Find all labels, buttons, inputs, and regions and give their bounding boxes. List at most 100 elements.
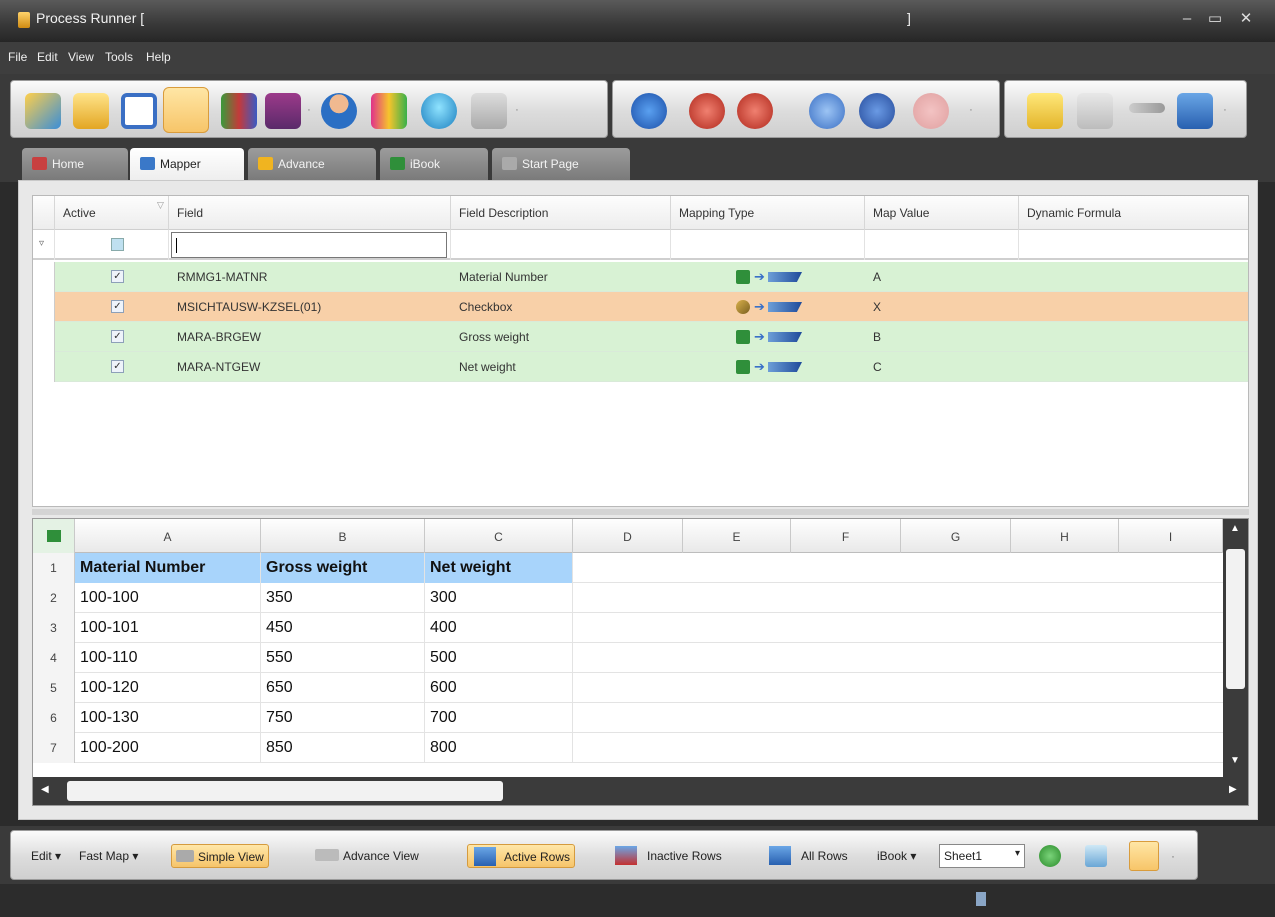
col-header-e[interactable]: E — [683, 519, 791, 553]
advance-view-button[interactable]: Advance View — [313, 844, 419, 868]
sheet-cell[interactable]: Gross weight — [261, 553, 425, 583]
debug-icon[interactable] — [809, 93, 845, 129]
book-icon[interactable] — [221, 93, 257, 129]
vertical-scrollbar[interactable]: ▲ ▼ — [1223, 519, 1248, 777]
row-number[interactable]: 1 — [33, 553, 75, 583]
filter-map-value[interactable] — [865, 230, 1019, 260]
sheet-cell[interactable]: 100-130 — [75, 703, 261, 733]
menu-help[interactable]: Help — [146, 50, 171, 64]
col-header-f[interactable]: F — [791, 519, 901, 553]
vertical-scroll-thumb[interactable] — [1226, 549, 1245, 689]
scroll-left-icon[interactable]: ◀ — [41, 784, 49, 795]
col-mapping-type[interactable]: Mapping Type — [671, 196, 865, 230]
description-cell[interactable]: Gross weight — [451, 322, 529, 352]
sheet-cell[interactable]: Net weight — [425, 553, 573, 583]
maximize-button[interactable]: ▭ — [1203, 8, 1227, 30]
col-header-a[interactable]: A — [75, 519, 261, 553]
filter-dynamic-formula[interactable] — [1019, 230, 1248, 260]
minimize-button[interactable]: – — [1175, 8, 1199, 30]
row-selector[interactable] — [33, 352, 55, 382]
field-cell[interactable]: MSICHTAUSW-KZSEL(01) — [169, 292, 321, 322]
tab-advance[interactable]: Advance — [248, 148, 376, 180]
save-icon[interactable] — [121, 93, 157, 129]
horizontal-scrollbar[interactable]: ◀ ▶ — [33, 777, 1248, 805]
field-cell[interactable]: MARA-BRGEW — [169, 322, 261, 352]
dropdown-arrow-icon[interactable]: · — [305, 95, 313, 125]
map-value-cell[interactable]: C — [865, 352, 882, 382]
scroll-up-icon[interactable]: ▲ — [1230, 523, 1240, 534]
dropdown-arrow-icon[interactable]: · — [513, 95, 521, 125]
row-number[interactable]: 3 — [33, 613, 75, 643]
refresh-sheet-icon[interactable] — [1039, 845, 1061, 867]
scroll-down-icon[interactable]: ▼ — [1230, 755, 1240, 766]
filter-active[interactable] — [55, 230, 169, 260]
filter-description[interactable] — [451, 230, 671, 260]
col-header-g[interactable]: G — [901, 519, 1011, 553]
scroll-right-icon[interactable]: ▶ — [1229, 784, 1237, 795]
new-icon[interactable] — [25, 93, 61, 129]
sheet-export-icon[interactable] — [1085, 845, 1107, 867]
user-icon[interactable] — [321, 93, 357, 129]
col-dynamic-formula[interactable]: Dynamic Formula — [1019, 196, 1248, 230]
description-cell[interactable]: Net weight — [451, 352, 516, 382]
sheet-cell[interactable]: 100-100 — [75, 583, 261, 613]
sheet-cell[interactable]: 100-110 — [75, 643, 261, 673]
run-check-icon[interactable] — [689, 93, 725, 129]
ibook-dropdown[interactable]: iBook ▾ — [877, 844, 916, 868]
map-value-cell[interactable]: X — [865, 292, 881, 322]
row-selector[interactable] — [33, 262, 55, 292]
bottom-dropdown-arrow-icon[interactable]: · — [1171, 844, 1175, 868]
edit-dropdown[interactable]: Edit ▾ — [31, 844, 61, 868]
close-button[interactable]: ✕ — [1234, 8, 1258, 30]
tab-home[interactable]: Home — [22, 148, 128, 180]
row-number[interactable]: 6 — [33, 703, 75, 733]
col-header-b[interactable]: B — [261, 519, 425, 553]
sheet-cell[interactable]: 550 — [261, 643, 425, 673]
jar-icon[interactable] — [1027, 93, 1063, 129]
sheet-select[interactable]: Sheet1 ▾ — [939, 844, 1025, 868]
filter-checkbox[interactable] — [111, 238, 124, 251]
mapper-toggle-icon[interactable] — [163, 87, 209, 133]
simple-view-button[interactable]: Simple View — [171, 844, 269, 868]
sheet-cell[interactable]: 800 — [425, 733, 573, 763]
table-row[interactable]: ✓ MARA-NTGEW Net weight ➔ C — [33, 352, 1248, 382]
dropdown-arrow-icon[interactable]: · — [1221, 95, 1229, 125]
description-cell[interactable]: Checkbox — [451, 292, 512, 322]
sheet-cell[interactable]: 600 — [425, 673, 573, 703]
col-header-h[interactable]: H — [1011, 519, 1119, 553]
col-map-value[interactable]: Map Value — [865, 196, 1019, 230]
table-row[interactable]: ✓ RMMG1-MATNR Material Number ➔ A — [33, 262, 1248, 292]
sheet-cell[interactable]: 350 — [261, 583, 425, 613]
export-icon[interactable] — [1177, 93, 1213, 129]
sheet-cell[interactable]: 300 — [425, 583, 573, 613]
tab-ibook[interactable]: iBook — [380, 148, 488, 180]
panel-splitter[interactable] — [32, 509, 1249, 515]
menu-edit[interactable]: Edit — [37, 50, 58, 64]
row-selector[interactable] — [33, 292, 55, 322]
row-number[interactable]: 5 — [33, 673, 75, 703]
fast-map-dropdown[interactable]: Fast Map ▾ — [79, 844, 138, 868]
mapping-type-cell[interactable]: ➔ — [736, 359, 806, 375]
menu-file[interactable]: File — [8, 50, 27, 64]
map-value-cell[interactable]: A — [865, 262, 881, 292]
row-number[interactable]: 4 — [33, 643, 75, 673]
colors-icon[interactable] — [371, 93, 407, 129]
sync-toggle-icon[interactable] — [1129, 841, 1159, 871]
col-header-i[interactable]: I — [1119, 519, 1223, 553]
field-cell[interactable]: RMMG1-MATNR — [169, 262, 267, 292]
sheet-cell[interactable]: 450 — [261, 613, 425, 643]
table-row[interactable]: ✓ MSICHTAUSW-KZSEL(01) Checkbox ➔ X — [33, 292, 1248, 322]
menu-tools[interactable]: Tools — [105, 50, 133, 64]
col-field-description[interactable]: Field Description — [451, 196, 671, 230]
table-row[interactable]: ✓ MARA-BRGEW Gross weight ➔ B — [33, 322, 1248, 352]
sheet-cell[interactable]: 100-120 — [75, 673, 261, 703]
col-header-c[interactable]: C — [425, 519, 573, 553]
description-cell[interactable]: Material Number — [451, 262, 548, 292]
run-icon[interactable] — [631, 93, 667, 129]
filter-field-input[interactable] — [169, 230, 451, 260]
records-icon[interactable] — [265, 93, 301, 129]
active-checkbox[interactable]: ✓ — [111, 270, 124, 283]
inactive-rows-button[interactable]: Inactive Rows — [613, 844, 722, 868]
field-cell[interactable]: MARA-NTGEW — [169, 352, 260, 382]
tab-start-page[interactable]: Start Page — [492, 148, 630, 180]
